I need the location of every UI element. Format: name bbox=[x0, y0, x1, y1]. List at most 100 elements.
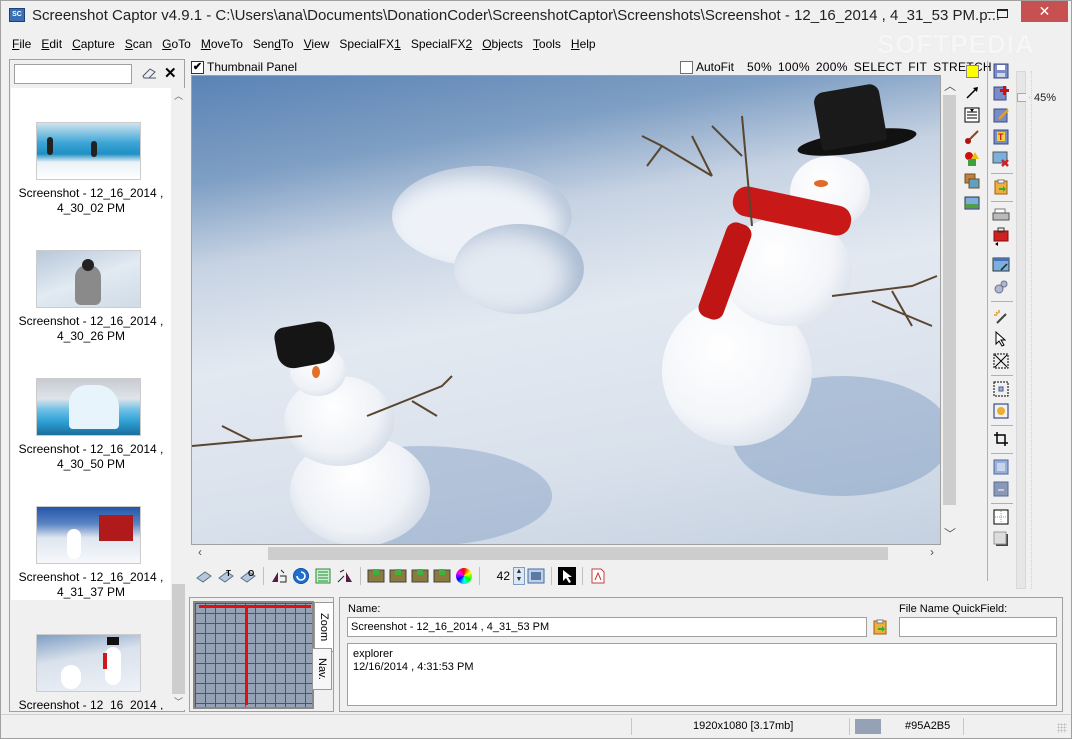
grid-icon[interactable] bbox=[991, 507, 1011, 527]
scroll-up-arrow[interactable]: ︿ bbox=[943, 77, 957, 94]
border-size-spinner[interactable]: ▲ ▼ bbox=[513, 567, 525, 585]
scrollbar-thumb[interactable] bbox=[943, 95, 956, 505]
color-wheel-icon[interactable] bbox=[453, 566, 475, 586]
thumbnail-item-selected[interactable]: Screenshot - 12_16_2014 , bbox=[11, 600, 171, 710]
image-horizontal-scrollbar[interactable]: ‹ › bbox=[191, 545, 941, 562]
image-viewer[interactable] bbox=[191, 75, 941, 545]
printer-icon[interactable] bbox=[991, 205, 1011, 225]
zoom-100-link[interactable]: 100% bbox=[778, 60, 810, 74]
zoom-slider-knob[interactable] bbox=[1017, 93, 1030, 102]
zoom-50-link[interactable]: 50% bbox=[747, 60, 772, 74]
frame-icon-4[interactable] bbox=[431, 566, 453, 586]
scrollbar-thumb[interactable] bbox=[172, 584, 185, 694]
thumbnail-item[interactable]: Screenshot - 12_16_2014 , 4_30_02 PM bbox=[11, 88, 171, 216]
screen-capture-icon[interactable] bbox=[991, 255, 1011, 275]
thumbnail-item[interactable]: Screenshot - 12_16_2014 , 4_30_50 PM bbox=[11, 344, 171, 472]
thumbnail-panel-toggle[interactable]: ✔ Thumbnail Panel bbox=[191, 60, 297, 74]
caption-icon[interactable] bbox=[991, 479, 1011, 499]
clipboard-paste-icon[interactable] bbox=[991, 177, 1011, 197]
brush-icon[interactable] bbox=[962, 127, 982, 147]
zoom-select-link[interactable]: SELECT bbox=[854, 60, 902, 74]
close-button[interactable]: ✕ bbox=[1021, 1, 1068, 22]
frame-icon-3[interactable] bbox=[409, 566, 431, 586]
menu-tools[interactable]: Tools bbox=[527, 35, 565, 55]
scanner-text-icon[interactable]: T bbox=[215, 566, 237, 586]
thumbnail-item[interactable]: Screenshot - 12_16_2014 , 4_30_26 PM bbox=[11, 216, 171, 344]
zoom-magnifier-grid[interactable] bbox=[193, 601, 314, 709]
menu-specialfx1[interactable]: SpecialFX1 bbox=[333, 35, 404, 55]
screenshot-image[interactable] bbox=[192, 76, 940, 544]
scroll-up-arrow[interactable]: ︿ bbox=[172, 90, 185, 103]
tab-nav[interactable]: Nav. bbox=[312, 648, 332, 690]
quickfield-input[interactable] bbox=[899, 617, 1057, 637]
zoom-fit-link[interactable]: FIT bbox=[908, 60, 927, 74]
scroll-right-arrow[interactable]: › bbox=[925, 545, 939, 559]
shrink-selection-icon[interactable] bbox=[991, 401, 1011, 421]
border-size-value[interactable]: 42 bbox=[488, 569, 510, 583]
menu-objects[interactable]: Objects bbox=[476, 35, 527, 55]
autofit-checkbox[interactable] bbox=[680, 60, 693, 74]
maximize-button[interactable] bbox=[987, 3, 1017, 25]
save-edit-icon[interactable] bbox=[991, 105, 1011, 125]
border-icon[interactable] bbox=[991, 457, 1011, 477]
paste-name-icon[interactable] bbox=[872, 619, 888, 635]
scanner-ocr-icon[interactable]: O bbox=[237, 566, 259, 586]
pdf-icon[interactable] bbox=[587, 566, 609, 586]
menu-edit[interactable]: Edit bbox=[35, 35, 66, 55]
zoom-slider-track[interactable] bbox=[1016, 71, 1026, 589]
notes-textarea[interactable]: explorer 12/16/2014 , 4:31:53 PM bbox=[347, 643, 1057, 706]
scroll-down-arrow[interactable]: ﹀ bbox=[172, 696, 185, 709]
menu-moveto[interactable]: MoveTo bbox=[195, 35, 247, 55]
deselect-icon[interactable] bbox=[991, 351, 1011, 371]
delete-image-icon[interactable] bbox=[991, 149, 1011, 169]
resize-grip[interactable] bbox=[1057, 723, 1067, 733]
menu-file[interactable]: File bbox=[6, 35, 35, 55]
menu-scan[interactable]: Scan bbox=[119, 35, 156, 55]
frame-icon-2[interactable] bbox=[387, 566, 409, 586]
clear-search-button[interactable]: ✕ bbox=[164, 64, 177, 82]
autofit-toggle[interactable]: AutoFit bbox=[680, 60, 734, 74]
pen-arrow-icon[interactable] bbox=[962, 83, 982, 103]
app-icon[interactable]: SC bbox=[9, 8, 25, 22]
select-pointer-icon[interactable] bbox=[991, 329, 1011, 349]
menu-view[interactable]: View bbox=[298, 35, 334, 55]
rotate-right-icon[interactable] bbox=[334, 566, 356, 586]
insert-image-icon[interactable] bbox=[962, 193, 982, 213]
shapes-icon[interactable] bbox=[962, 149, 982, 169]
scroll-left-arrow[interactable]: ‹ bbox=[193, 545, 207, 559]
name-input[interactable]: Screenshot - 12_16_2014 , 4_31_53 PM bbox=[347, 617, 867, 637]
scanner-icon[interactable] bbox=[193, 566, 215, 586]
magic-wand-icon[interactable] bbox=[991, 307, 1011, 327]
text-lines-icon[interactable] bbox=[312, 566, 334, 586]
eraser-icon[interactable] bbox=[141, 67, 157, 79]
fit-window-icon[interactable] bbox=[525, 566, 547, 586]
cursor-toggle-icon[interactable] bbox=[556, 566, 578, 586]
menu-goto[interactable]: GoTo bbox=[156, 35, 195, 55]
text-box-icon[interactable] bbox=[962, 105, 982, 125]
thumbnail-scrollbar[interactable]: ︿ ﹀ bbox=[172, 88, 185, 710]
save-icon[interactable] bbox=[991, 61, 1011, 81]
shadow-icon[interactable] bbox=[991, 529, 1011, 549]
refresh-icon[interactable] bbox=[290, 566, 312, 586]
scroll-down-arrow[interactable]: ﹀ bbox=[943, 525, 957, 542]
rotate-left-icon[interactable] bbox=[268, 566, 290, 586]
settings-gears-icon[interactable] bbox=[991, 277, 1011, 297]
frame-icon-1[interactable] bbox=[365, 566, 387, 586]
thumbnail-panel-checkbox[interactable]: ✔ bbox=[191, 60, 204, 74]
toolbox-icon[interactable] bbox=[991, 227, 1011, 247]
image-stack-icon[interactable] bbox=[962, 171, 982, 191]
crop-icon[interactable] bbox=[991, 429, 1011, 449]
menu-specialfx2[interactable]: SpecialFX2 bbox=[405, 35, 476, 55]
expand-selection-icon[interactable] bbox=[991, 379, 1011, 399]
zoom-200-link[interactable]: 200% bbox=[816, 60, 848, 74]
save-text-icon[interactable]: T bbox=[991, 127, 1011, 147]
thumbnail-search-input[interactable] bbox=[14, 64, 132, 84]
menu-sendto[interactable]: SendTo bbox=[247, 35, 298, 55]
image-vertical-scrollbar[interactable]: ︿ ﹀ bbox=[941, 75, 958, 545]
thumbnail-item[interactable]: Screenshot - 12_16_2014 , 4_31_37 PM bbox=[11, 472, 171, 600]
menu-help[interactable]: Help bbox=[565, 35, 600, 55]
tab-zoom[interactable]: Zoom bbox=[314, 602, 334, 652]
menu-capture[interactable]: Capture bbox=[66, 35, 119, 55]
scrollbar-thumb[interactable] bbox=[268, 547, 888, 560]
save-new-icon[interactable] bbox=[991, 83, 1011, 103]
